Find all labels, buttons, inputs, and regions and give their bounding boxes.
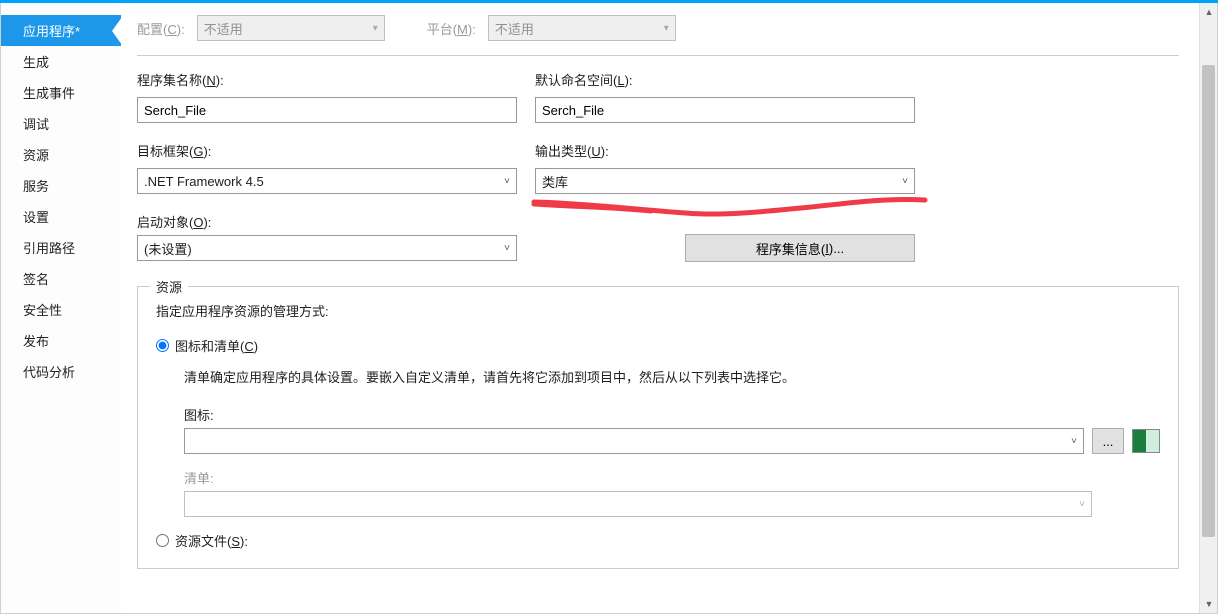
sidebar-item-services[interactable]: 服务 xyxy=(1,170,121,201)
platform-label: 平台(M): xyxy=(427,19,476,38)
platform-combo: 不适用 ▾ xyxy=(488,15,676,41)
target-framework-combo[interactable]: .NET Framework 4.5 ˅ xyxy=(137,168,517,194)
icon-combo[interactable]: ˅ xyxy=(184,428,1084,454)
scroll-up-icon[interactable]: ▲ xyxy=(1200,3,1217,21)
manifest-combo: ˅ xyxy=(184,491,1092,517)
chevron-down-icon: ˅ xyxy=(504,176,510,187)
divider xyxy=(137,55,1179,56)
resources-desc: 指定应用程序资源的管理方式: xyxy=(156,301,1160,320)
sidebar-item-debug[interactable]: 调试 xyxy=(1,108,121,139)
sidebar-item-signing[interactable]: 签名 xyxy=(1,263,121,294)
chevron-down-icon: ˅ xyxy=(1079,499,1085,510)
chevron-down-icon: ˅ xyxy=(504,243,510,254)
assembly-name-label: 程序集名称(N): xyxy=(137,70,517,89)
resources-group: 资源 指定应用程序资源的管理方式: 图标和清单(C) 清单确定应用程序的具体设置… xyxy=(137,286,1179,569)
assembly-name-input[interactable] xyxy=(137,97,517,123)
manifest-desc: 清单确定应用程序的具体设置。要嵌入自定义清单，请首先将它添加到项目中，然后从以下… xyxy=(184,365,1160,391)
chevron-down-icon: ˅ xyxy=(902,176,908,187)
radio-resource-file-label: 资源文件(S): xyxy=(175,531,248,550)
content-pane: 配置(C): 不适用 ▾ 平台(M): 不适用 ▾ 程序 xyxy=(121,3,1199,613)
chevron-down-icon: ▾ xyxy=(664,23,669,34)
vertical-scrollbar[interactable]: ▲ ▼ xyxy=(1199,3,1217,613)
output-type-label: 输出类型(U): xyxy=(535,141,915,160)
target-framework-label: 目标框架(G): xyxy=(137,141,517,160)
manifest-label: 清单: xyxy=(184,468,1160,487)
sidebar: 应用程序* 生成 生成事件 调试 资源 服务 设置 引用路径 签名 安全性 发布… xyxy=(1,3,121,613)
radio-icon-manifest-label: 图标和清单(C) xyxy=(175,336,258,355)
radio-resource-file[interactable] xyxy=(156,534,169,547)
chevron-down-icon: ˅ xyxy=(1071,436,1077,447)
scroll-down-icon[interactable]: ▼ xyxy=(1200,595,1217,613)
sidebar-item-code-analysis[interactable]: 代码分析 xyxy=(1,356,121,387)
config-combo: 不适用 ▾ xyxy=(197,15,385,41)
sidebar-item-build-events[interactable]: 生成事件 xyxy=(1,77,121,108)
default-namespace-label: 默认命名空间(L): xyxy=(535,70,915,89)
sidebar-item-application[interactable]: 应用程序* xyxy=(1,15,121,46)
icon-preview-icon xyxy=(1132,429,1160,453)
radio-icon-manifest[interactable] xyxy=(156,339,169,352)
browse-icon-button[interactable]: ... xyxy=(1092,428,1124,454)
startup-object-label: 启动对象(O): xyxy=(137,212,517,231)
sidebar-item-build[interactable]: 生成 xyxy=(1,46,121,77)
chevron-down-icon: ▾ xyxy=(373,23,378,34)
scroll-thumb[interactable] xyxy=(1202,65,1215,537)
assembly-info-button[interactable]: 程序集信息(I)... xyxy=(685,234,915,262)
startup-object-combo[interactable]: (未设置) ˅ xyxy=(137,235,517,261)
default-namespace-input[interactable] xyxy=(535,97,915,123)
sidebar-item-reference-paths[interactable]: 引用路径 xyxy=(1,232,121,263)
sidebar-item-publish[interactable]: 发布 xyxy=(1,325,121,356)
sidebar-item-security[interactable]: 安全性 xyxy=(1,294,121,325)
sidebar-item-settings[interactable]: 设置 xyxy=(1,201,121,232)
resources-legend: 资源 xyxy=(150,277,188,296)
sidebar-item-resources[interactable]: 资源 xyxy=(1,139,121,170)
config-label: 配置(C): xyxy=(137,19,185,38)
icon-label: 图标: xyxy=(184,405,1160,424)
output-type-combo[interactable]: 类库 ˅ xyxy=(535,168,915,194)
